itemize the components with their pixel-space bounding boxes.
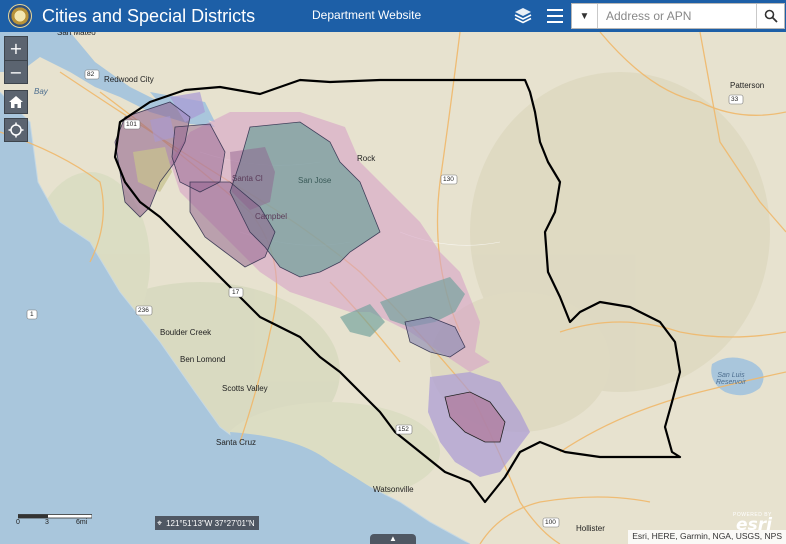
locate-icon — [8, 122, 24, 138]
label-watsonville: Watsonville — [373, 485, 414, 494]
shield-1: 1 — [30, 311, 34, 318]
map-app: Cities and Special Districts Department … — [0, 0, 786, 544]
search-button[interactable] — [756, 4, 784, 28]
label-hollister: Hollister — [576, 524, 605, 533]
chevron-up-icon: ▲ — [389, 534, 397, 543]
label-boulder-creek: Boulder Creek — [160, 328, 212, 337]
chevron-down-icon: ▼ — [579, 10, 590, 22]
shield-82: 82 — [87, 71, 95, 78]
scale-label-0: 0 — [16, 519, 20, 526]
locate-button[interactable] — [4, 118, 28, 142]
app-header: Cities and Special Districts Department … — [0, 0, 786, 32]
zoom-out-button[interactable]: − — [4, 60, 28, 84]
scale-bar: 0 3 6mi — [16, 514, 92, 526]
department-website-link[interactable]: Department Website — [312, 8, 421, 22]
coordinate-text: 121°51'13"W 37°27'01"N — [166, 518, 255, 528]
search-box: ▼ — [571, 3, 785, 29]
scale-label-3: 3 — [45, 519, 49, 526]
label-rock: Rock — [357, 154, 376, 163]
shield-101: 101 — [126, 121, 137, 128]
scale-label-6mi: 6mi — [76, 519, 88, 526]
search-icon — [764, 9, 778, 23]
label-ben-lomond: Ben Lomond — [180, 355, 226, 364]
menu-icon[interactable] — [544, 5, 566, 27]
home-icon — [9, 96, 23, 108]
label-santa-clara: Santa Cl — [232, 174, 263, 183]
shield-100: 100 — [545, 519, 556, 526]
county-seal-logo — [8, 4, 32, 28]
shield-152: 152 — [398, 426, 409, 433]
coordinate-readout: ⌖ 121°51'13"W 37°27'01"N — [155, 516, 259, 530]
label-san-jose: San Jose — [298, 176, 332, 185]
shield-236: 236 — [138, 307, 149, 314]
crosshair-icon: ⌖ — [157, 517, 163, 528]
label-patterson: Patterson — [730, 81, 765, 90]
shield-17: 17 — [232, 289, 240, 296]
label-santa-cruz: Santa Cruz — [216, 438, 257, 447]
panel-expand-tab[interactable]: ▲ — [370, 534, 416, 544]
layers-icon[interactable] — [512, 5, 534, 27]
map-canvas[interactable]: 82 101 33 130 17 236 1 152 100 San Mateo… — [0, 28, 786, 544]
app-title: Cities and Special Districts — [42, 5, 256, 26]
zoom-in-button[interactable]: + — [4, 36, 28, 60]
search-input[interactable] — [598, 4, 756, 28]
search-source-dropdown[interactable]: ▼ — [572, 4, 598, 28]
map-attribution: Esri, HERE, Garmin, NGA, USGS, NPS — [628, 530, 786, 544]
label-redwood-city: Redwood City — [104, 75, 154, 84]
shield-33: 33 — [731, 96, 739, 103]
home-button[interactable] — [4, 90, 28, 114]
shield-130: 130 — [443, 176, 454, 183]
label-san-luis-reservoir: San Luis Reservoir — [716, 372, 746, 386]
label-scotts-valley: Scotts Valley — [222, 384, 268, 393]
label-campbell: Campbel — [255, 212, 288, 221]
label-bay: Bay — [34, 87, 48, 96]
